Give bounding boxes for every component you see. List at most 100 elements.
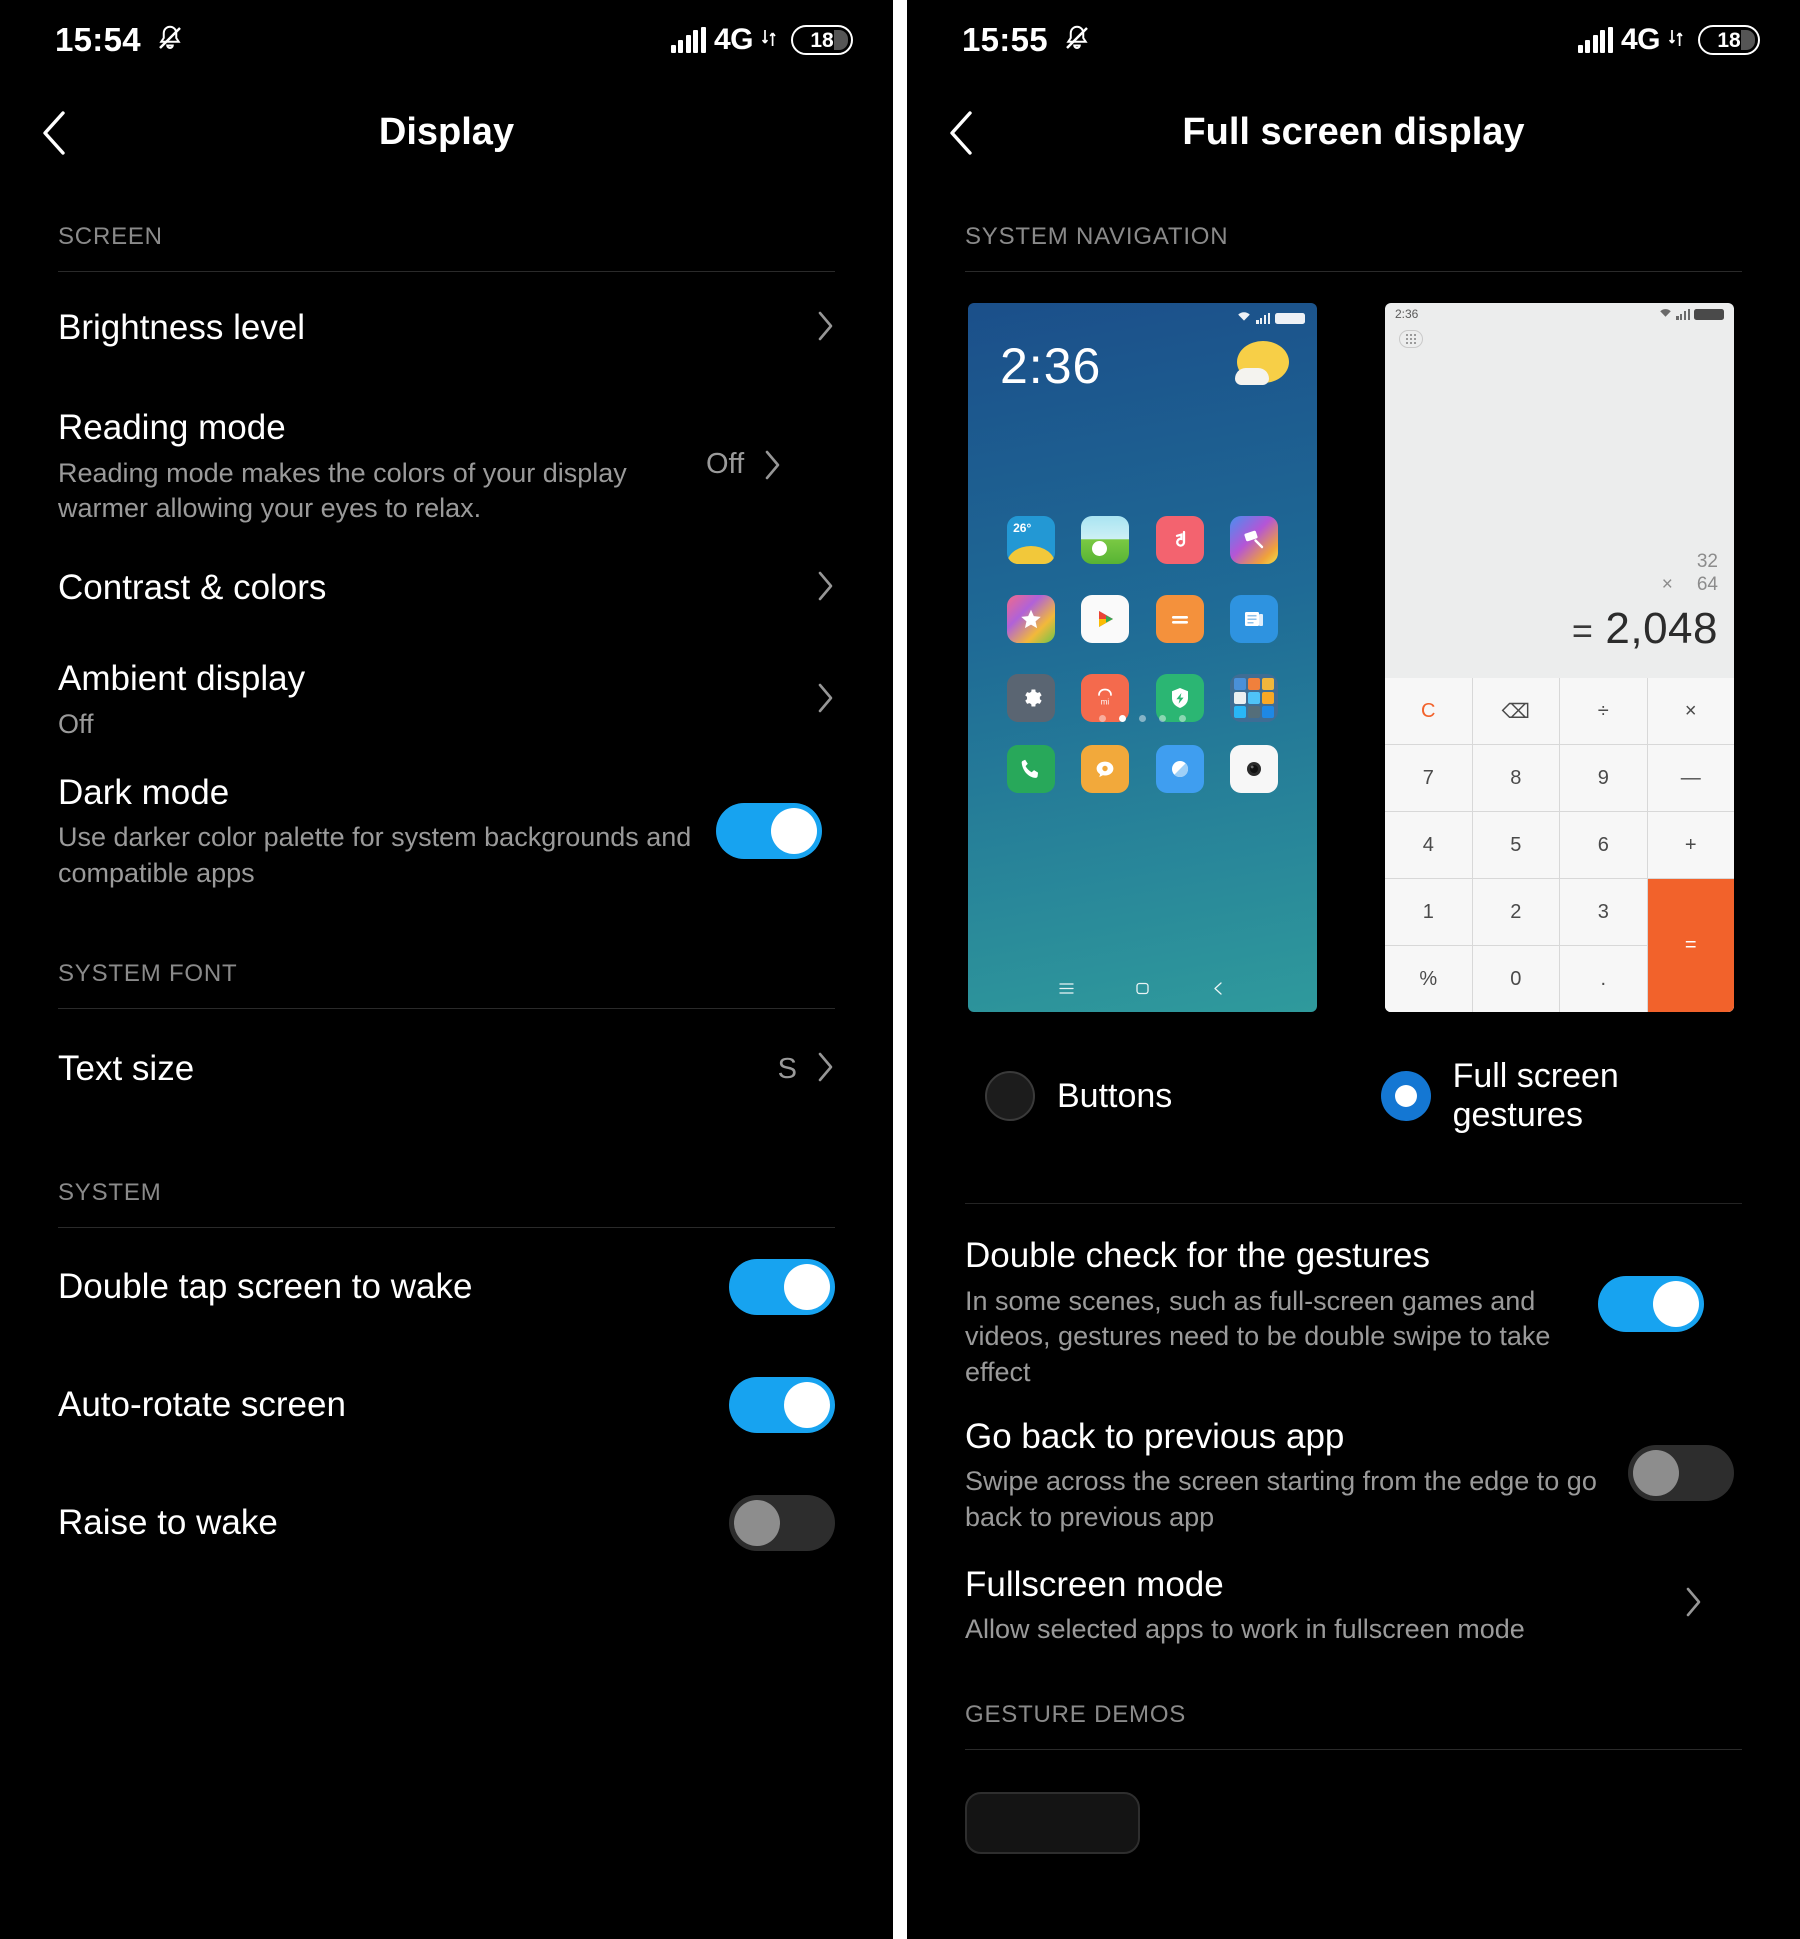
auto-rotate-toggle[interactable] <box>729 1377 835 1433</box>
row-subtitle: Off <box>58 709 94 740</box>
preview-clock: 2:36 <box>1395 307 1419 321</box>
panel-separator <box>893 0 907 1939</box>
phone-icon[interactable] <box>1007 745 1056 793</box>
buttons-preview-thumbnail[interactable]: 2:36 26° mi <box>965 300 1320 1015</box>
browser-icon[interactable] <box>1155 745 1204 793</box>
themes-icon[interactable] <box>1229 516 1278 564</box>
radio-option-full-screen-gestures[interactable]: Full screen gestures <box>1363 1057 1742 1135</box>
calc-key-8[interactable]: 8 <box>1472 745 1559 811</box>
signal-bars-icon <box>1577 27 1613 53</box>
calculator-display: 32 × 64 = 2,048 <box>1385 348 1734 678</box>
list-item-brightness-level[interactable]: Brightness level <box>0 272 893 384</box>
camera-icon[interactable] <box>1229 745 1278 793</box>
section-header-screen: SCREEN <box>58 223 163 250</box>
list-item-dark-mode[interactable]: Dark mode Use darker color palette for s… <box>0 756 893 906</box>
battery-icon: 18 <box>791 25 853 55</box>
row-subtitle: Allow selected apps to work in fullscree… <box>965 1614 1525 1645</box>
row-title: Auto-rotate screen <box>58 1385 346 1425</box>
calc-key-9[interactable]: 9 <box>1560 745 1647 811</box>
go-back-previous-app-toggle[interactable] <box>1628 1444 1734 1501</box>
list-item-auto-rotate[interactable]: Auto-rotate screen <box>0 1346 893 1464</box>
double-tap-to-wake-toggle[interactable] <box>729 1259 835 1315</box>
status-bar-right: 15:55 4G 18 <box>907 0 1800 80</box>
navigation-buttons-bar <box>968 980 1317 1002</box>
calculator-expression-line: × 64 <box>1662 573 1718 596</box>
weather-icon[interactable]: 26° <box>1007 516 1056 564</box>
messages-icon[interactable] <box>1081 745 1130 793</box>
calculator-equals-sign: = <box>1571 610 1594 651</box>
radio-button-selected-icon[interactable] <box>1380 1071 1431 1121</box>
back-icon[interactable] <box>1210 980 1227 1002</box>
signal-bars-icon <box>670 27 706 53</box>
bell-muted-icon <box>155 23 185 58</box>
list-item-fullscreen-mode[interactable]: Fullscreen mode Allow selected apps to w… <box>907 1541 1800 1671</box>
list-item-text-size[interactable]: Text size S <box>0 1009 893 1129</box>
list-item-contrast-colors[interactable]: Contrast & colors <box>0 532 893 644</box>
divider <box>965 1748 1742 1750</box>
preview-status-bar: 2:36 <box>1385 303 1734 325</box>
favorites-icon[interactable] <box>1007 595 1056 643</box>
app-drawer-icon[interactable] <box>1399 330 1423 348</box>
calc-key-4[interactable]: 4 <box>1385 812 1472 878</box>
double-check-gestures-toggle[interactable] <box>1598 1276 1704 1332</box>
menu-icon[interactable] <box>1058 980 1075 1002</box>
app-bar-right: Full screen display <box>907 80 1800 185</box>
calculator-keypad: C ⌫ ÷ × 7 8 9 — 4 5 6 + 1 2 3 = % 0 . <box>1385 678 1734 1012</box>
radio-option-buttons[interactable]: Buttons <box>965 1057 1363 1135</box>
calc-key-clear[interactable]: C <box>1385 678 1472 744</box>
calculator-icon[interactable] <box>1155 595 1204 643</box>
calc-key-7[interactable]: 7 <box>1385 745 1472 811</box>
row-value: S <box>777 1052 797 1085</box>
list-item-reading-mode[interactable]: Reading mode Reading mode makes the colo… <box>0 384 893 532</box>
calc-key-0[interactable]: 0 <box>1472 946 1559 1012</box>
chevron-right-icon <box>815 681 835 720</box>
music-icon[interactable] <box>1155 516 1204 564</box>
gallery-icon[interactable] <box>1081 516 1130 564</box>
radio-button-unselected-icon[interactable] <box>985 1071 1035 1121</box>
home-icon[interactable] <box>1134 980 1151 1002</box>
back-button[interactable] <box>907 107 1017 159</box>
status-bar-right-group: 4G 18 <box>1577 23 1760 57</box>
raise-to-wake-toggle[interactable] <box>729 1495 835 1551</box>
navigation-mode-options: Buttons Full screen gestures <box>907 1015 1800 1135</box>
list-item-go-back-previous-app[interactable]: Go back to previous app Swipe across the… <box>907 1391 1800 1541</box>
calc-key-divide[interactable]: ÷ <box>1560 678 1647 744</box>
battery-icon <box>1275 312 1305 324</box>
gesture-demo-thumbnail[interactable] <box>965 1791 1140 1854</box>
row-title: Contrast & colors <box>58 568 327 608</box>
calc-key-2[interactable]: 2 <box>1472 879 1559 945</box>
calc-key-backspace[interactable]: ⌫ <box>1472 678 1559 744</box>
list-item-ambient-display[interactable]: Ambient display Off <box>0 644 893 756</box>
calc-key-5[interactable]: 5 <box>1472 812 1559 878</box>
notes-icon[interactable] <box>1229 595 1278 643</box>
battery-icon: 18 <box>1698 25 1760 55</box>
calculator-preview: 2:36 32 × 64 = 2,048 C ⌫ ÷ × 7 8 9 — 4 5… <box>1385 303 1734 1012</box>
row-title: Go back to previous app <box>965 1416 1345 1456</box>
play-store-icon[interactable] <box>1081 595 1130 643</box>
calc-key-minus[interactable]: — <box>1647 745 1734 811</box>
list-item-double-check-gestures[interactable]: Double check for the gestures In some sc… <box>907 1204 1800 1391</box>
calc-key-plus[interactable]: + <box>1647 812 1734 878</box>
calc-key-3[interactable]: 3 <box>1560 879 1647 945</box>
section-header-gesture-demos: GESTURE DEMOS <box>965 1700 1187 1728</box>
calc-key-1[interactable]: 1 <box>1385 879 1472 945</box>
signal-bars-icon <box>1676 308 1690 320</box>
dual-screenshot-stage: 15:54 4G 18 Display SCREEN Brightness le… <box>0 0 1800 1939</box>
svg-text:mi: mi <box>1101 698 1110 707</box>
calc-key-decimal[interactable]: . <box>1560 946 1647 1012</box>
network-type-label: 4G <box>1620 23 1661 56</box>
calc-key-equals[interactable]: = <box>1647 879 1734 1012</box>
row-subtitle: Swipe across the screen starting from th… <box>965 1466 1597 1532</box>
back-button[interactable] <box>0 107 110 159</box>
calc-key-6[interactable]: 6 <box>1560 812 1647 878</box>
calc-key-multiply[interactable]: × <box>1647 678 1734 744</box>
status-time: 15:54 <box>55 21 141 58</box>
row-title: Dark mode <box>58 772 230 812</box>
row-title: Reading mode <box>58 408 286 447</box>
calc-key-percent[interactable]: % <box>1385 946 1472 1012</box>
full-screen-gestures-preview-thumbnail[interactable]: 2:36 32 × 64 = 2,048 C ⌫ ÷ × 7 8 9 — 4 5… <box>1382 300 1737 1015</box>
list-item-double-tap-to-wake[interactable]: Double tap screen to wake <box>0 1228 893 1346</box>
page-indicator-dots <box>968 715 1317 722</box>
dark-mode-toggle[interactable] <box>716 803 822 859</box>
list-item-raise-to-wake[interactable]: Raise to wake <box>0 1464 893 1582</box>
